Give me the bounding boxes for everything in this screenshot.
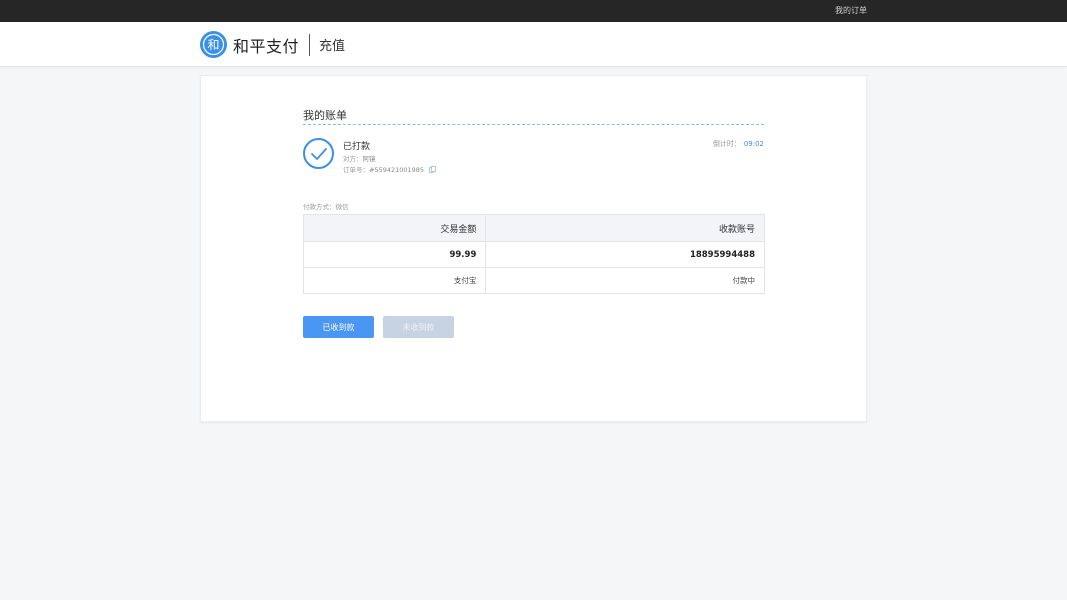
top-bar: 我的订单 (0, 0, 1067, 22)
table-row: 99.99 18895994488 (302, 241, 765, 268)
my-orders-link[interactable]: 我的订单 (835, 0, 867, 22)
payment-method-value: 微信 (335, 203, 349, 211)
brand-name: 和平支付 (233, 36, 300, 56)
order-number-line: 订单号：#559421001985 (343, 164, 437, 175)
account-value: 18895994488 (485, 241, 765, 268)
order-label: 订单号： (343, 166, 369, 174)
received-button[interactable]: 已收到款 (303, 316, 374, 338)
countdown-time: 09:02 (743, 140, 764, 148)
counterparty-line: 对方：阿镜 (343, 153, 376, 163)
copy-icon[interactable] (429, 165, 437, 175)
header: 和 和平支付 充值 (0, 22, 1067, 67)
bill-card: 我的账单 已打款 对方：阿镜 订单号：#559421001985 倒计时： 09:… (200, 75, 867, 422)
countdown-label: 倒计时： (712, 140, 741, 148)
payment-method: 付款方式：微信 (303, 201, 349, 211)
not-received-button[interactable]: 未收到款 (383, 316, 454, 338)
brand[interactable]: 和 和平支付 充值 (200, 31, 345, 58)
counterparty-label: 对方： (343, 155, 363, 163)
check-circle-icon (303, 138, 334, 169)
header-amount: 交易金额 (302, 214, 487, 242)
counterparty-value: 阿镜 (362, 155, 376, 163)
logo-icon: 和 (200, 31, 227, 58)
state-value: 付款中 (485, 267, 765, 294)
logo-char: 和 (207, 38, 219, 52)
brand-divider (309, 33, 311, 56)
page-subtitle: 充值 (319, 39, 346, 54)
payment-method-label: 付款方式： (303, 203, 336, 211)
table-header-row: 交易金额 收款账号 (302, 214, 765, 242)
table-row: 支付宝 付款中 (302, 267, 765, 294)
section-title: 我的账单 (303, 109, 347, 122)
transaction-table: 交易金额 收款账号 99.99 18895994488 支付宝 付款中 (302, 214, 765, 294)
amount-value: 99.99 (302, 241, 487, 268)
countdown: 倒计时： 09:02 (713, 139, 764, 149)
channel-value: 支付宝 (302, 267, 487, 294)
header-account: 收款账号 (485, 214, 765, 242)
payment-status: 已打款 (343, 142, 371, 152)
order-number: #559421001985 (369, 166, 425, 174)
section-divider (303, 124, 764, 125)
